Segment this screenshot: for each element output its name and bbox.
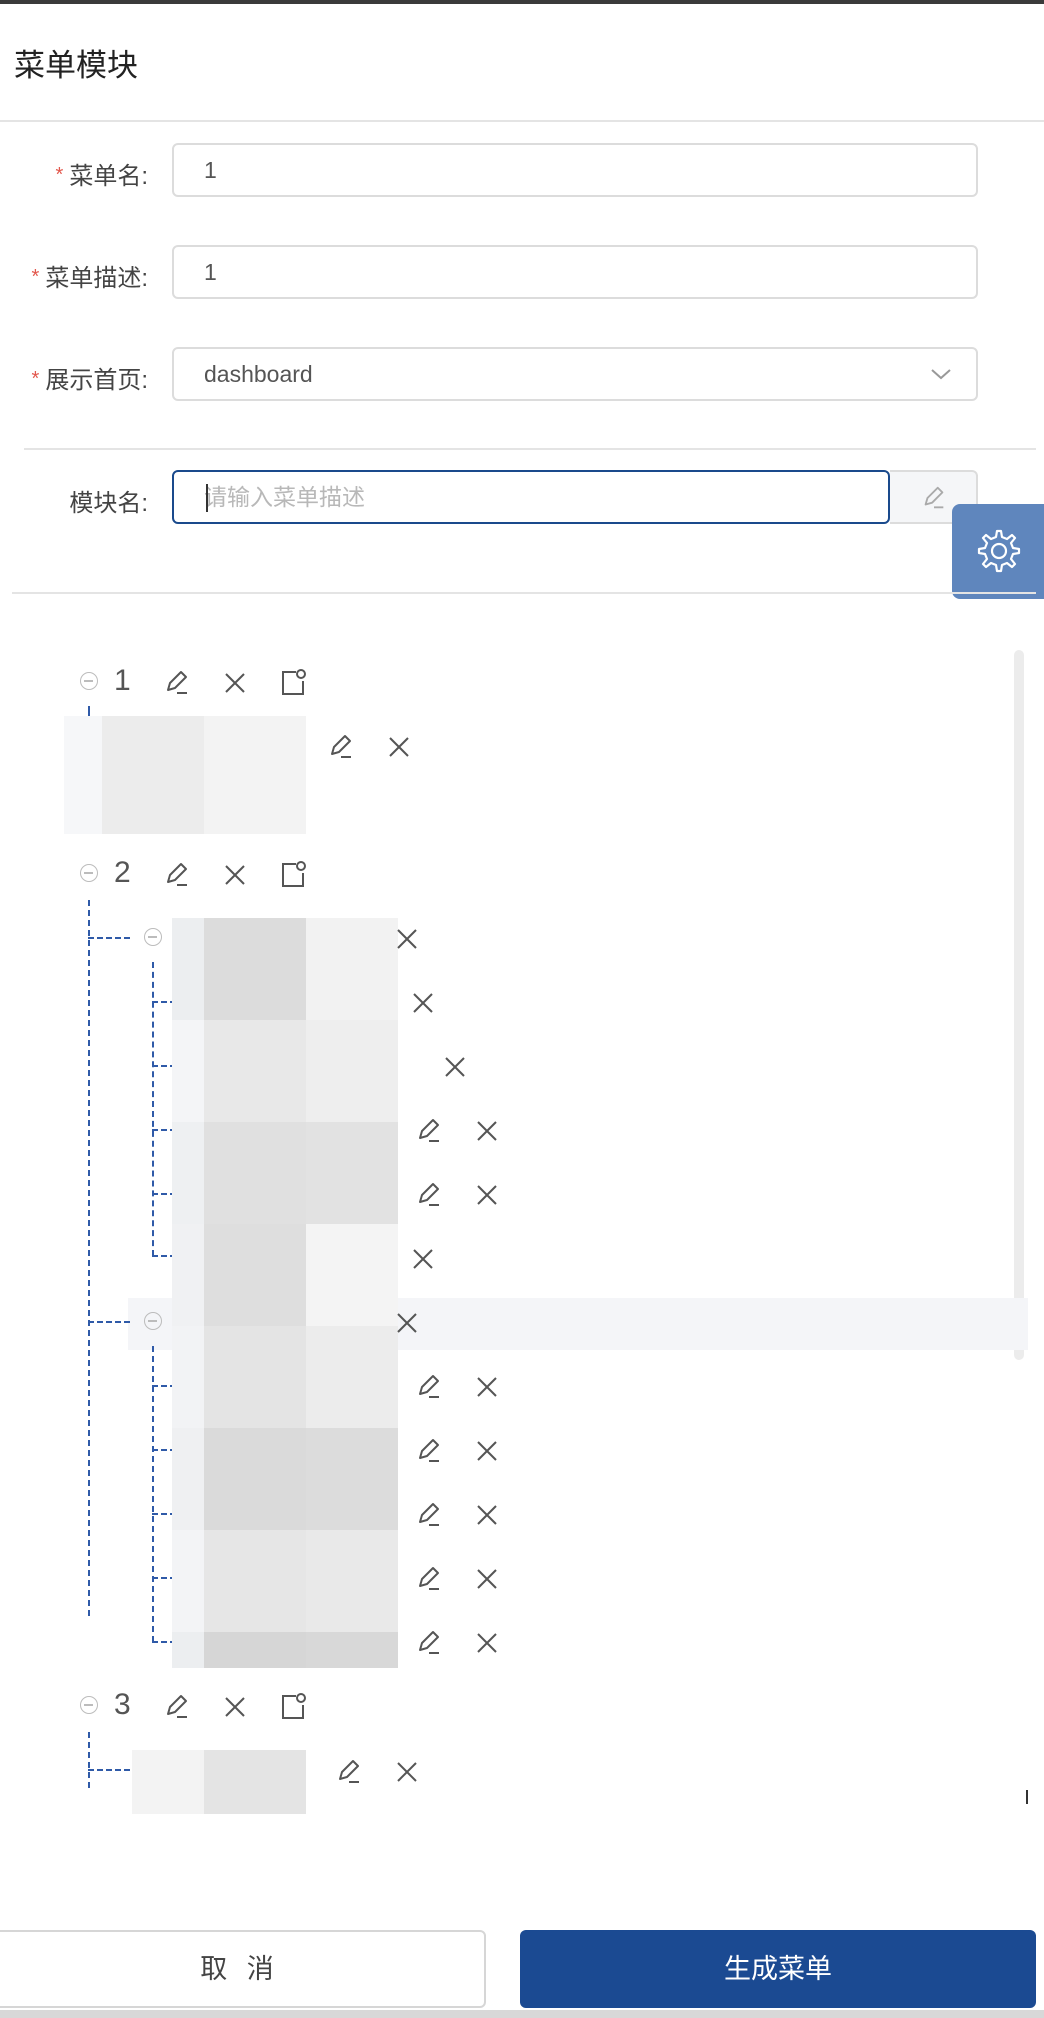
close-icon[interactable]: [472, 1116, 502, 1146]
close-icon[interactable]: [384, 732, 414, 762]
close-icon[interactable]: [392, 1308, 422, 1338]
edit-icon: [924, 486, 944, 509]
collapse-icon[interactable]: [80, 864, 98, 882]
tree-line: [88, 1321, 130, 1323]
add-child-icon[interactable]: [278, 860, 308, 890]
chevron-down-icon: [931, 369, 951, 380]
required-mark: *: [31, 266, 40, 288]
dialog-title: 菜单模块: [14, 48, 138, 83]
menu-desc-label-text: 菜单描述:: [45, 265, 148, 292]
collapse-icon[interactable]: [144, 928, 162, 946]
edit-icon[interactable]: [162, 860, 192, 890]
close-icon[interactable]: [472, 1180, 502, 1210]
tree-line: [88, 706, 90, 716]
edit-icon[interactable]: [326, 732, 356, 762]
edit-icon[interactable]: [414, 1564, 444, 1594]
redacted-item: [132, 1750, 306, 1814]
divider: [12, 592, 1036, 594]
menu-name-input[interactable]: 1: [172, 143, 978, 197]
close-icon[interactable]: [472, 1372, 502, 1402]
redacted-item: [172, 1224, 398, 1326]
home-page-value: dashboard: [204, 361, 313, 387]
tree-line: [88, 937, 130, 939]
edit-icon[interactable]: [414, 1372, 444, 1402]
redacted-item: [172, 1326, 398, 1428]
module-name-placeholder: 请输入菜单描述: [204, 484, 365, 510]
tree-node-label: 1: [114, 664, 131, 697]
redacted-item: [64, 716, 306, 834]
collapse-icon[interactable]: [144, 1312, 162, 1330]
tree-line: [152, 1346, 154, 1642]
redacted-item: [172, 1428, 398, 1530]
redacted-item: [172, 1122, 398, 1224]
module-name-label-text: 模块名:: [69, 490, 148, 517]
edit-icon[interactable]: [162, 668, 192, 698]
menu-name-label: * 菜单名:: [10, 156, 148, 191]
required-mark: *: [31, 368, 40, 390]
tree-node-label: 2: [114, 856, 131, 889]
close-icon[interactable]: [408, 988, 438, 1018]
tree-line: [152, 962, 154, 1256]
close-icon[interactable]: [220, 1692, 250, 1722]
close-icon[interactable]: [472, 1628, 502, 1658]
redacted-item: [172, 1020, 398, 1122]
menu-desc-input[interactable]: 1: [172, 245, 978, 299]
home-page-label-text: 展示首页:: [45, 367, 148, 394]
edit-icon[interactable]: [414, 1180, 444, 1210]
divider: [24, 448, 1036, 450]
edit-icon[interactable]: [414, 1436, 444, 1466]
add-child-icon[interactable]: [278, 668, 308, 698]
close-icon[interactable]: [220, 668, 250, 698]
redacted-item: [172, 1530, 398, 1632]
home-page-label: * 展示首页:: [10, 360, 148, 395]
gear-icon: [977, 529, 1021, 573]
close-icon[interactable]: [472, 1436, 502, 1466]
divider: [0, 120, 1044, 122]
tree-node-label: 3: [114, 1688, 131, 1721]
close-icon[interactable]: [472, 1500, 502, 1530]
tree-line: [88, 1732, 90, 1788]
redacted-item: [172, 1632, 398, 1668]
module-name-label: 模块名:: [10, 483, 148, 518]
close-icon[interactable]: [220, 860, 250, 890]
edit-icon[interactable]: [414, 1628, 444, 1658]
edit-icon[interactable]: [334, 1757, 364, 1787]
menu-name-value: 1: [204, 157, 217, 183]
settings-button[interactable]: [952, 504, 1044, 599]
close-icon[interactable]: [392, 924, 422, 954]
close-icon[interactable]: [472, 1564, 502, 1594]
add-child-icon[interactable]: [278, 1692, 308, 1722]
close-icon[interactable]: [440, 1052, 470, 1082]
menu-desc-label: * 菜单描述:: [10, 258, 148, 293]
window-top-border: [0, 0, 1044, 4]
home-page-select[interactable]: dashboard: [172, 347, 978, 401]
menu-desc-value: 1: [204, 259, 217, 285]
close-icon[interactable]: [408, 1244, 438, 1274]
collapse-icon[interactable]: [80, 1696, 98, 1714]
required-mark: *: [55, 164, 64, 186]
edit-icon[interactable]: [414, 1500, 444, 1530]
tree-line: [88, 1769, 130, 1771]
close-icon[interactable]: [392, 1757, 422, 1787]
text-caret: [206, 484, 208, 512]
tree-line: [88, 900, 90, 1616]
window-bottom-edge: [0, 2010, 1044, 2018]
edit-icon[interactable]: [162, 1692, 192, 1722]
menu-name-label-text: 菜单名:: [69, 163, 148, 190]
cancel-button[interactable]: 取 消: [0, 1930, 486, 2008]
tree-scrollbar[interactable]: [1014, 650, 1024, 1360]
scroll-indicator: [1026, 1790, 1028, 1804]
edit-icon[interactable]: [414, 1116, 444, 1146]
collapse-icon[interactable]: [80, 672, 98, 690]
generate-menu-button[interactable]: 生成菜单: [520, 1930, 1036, 2008]
module-name-input[interactable]: 请输入菜单描述: [172, 470, 890, 524]
